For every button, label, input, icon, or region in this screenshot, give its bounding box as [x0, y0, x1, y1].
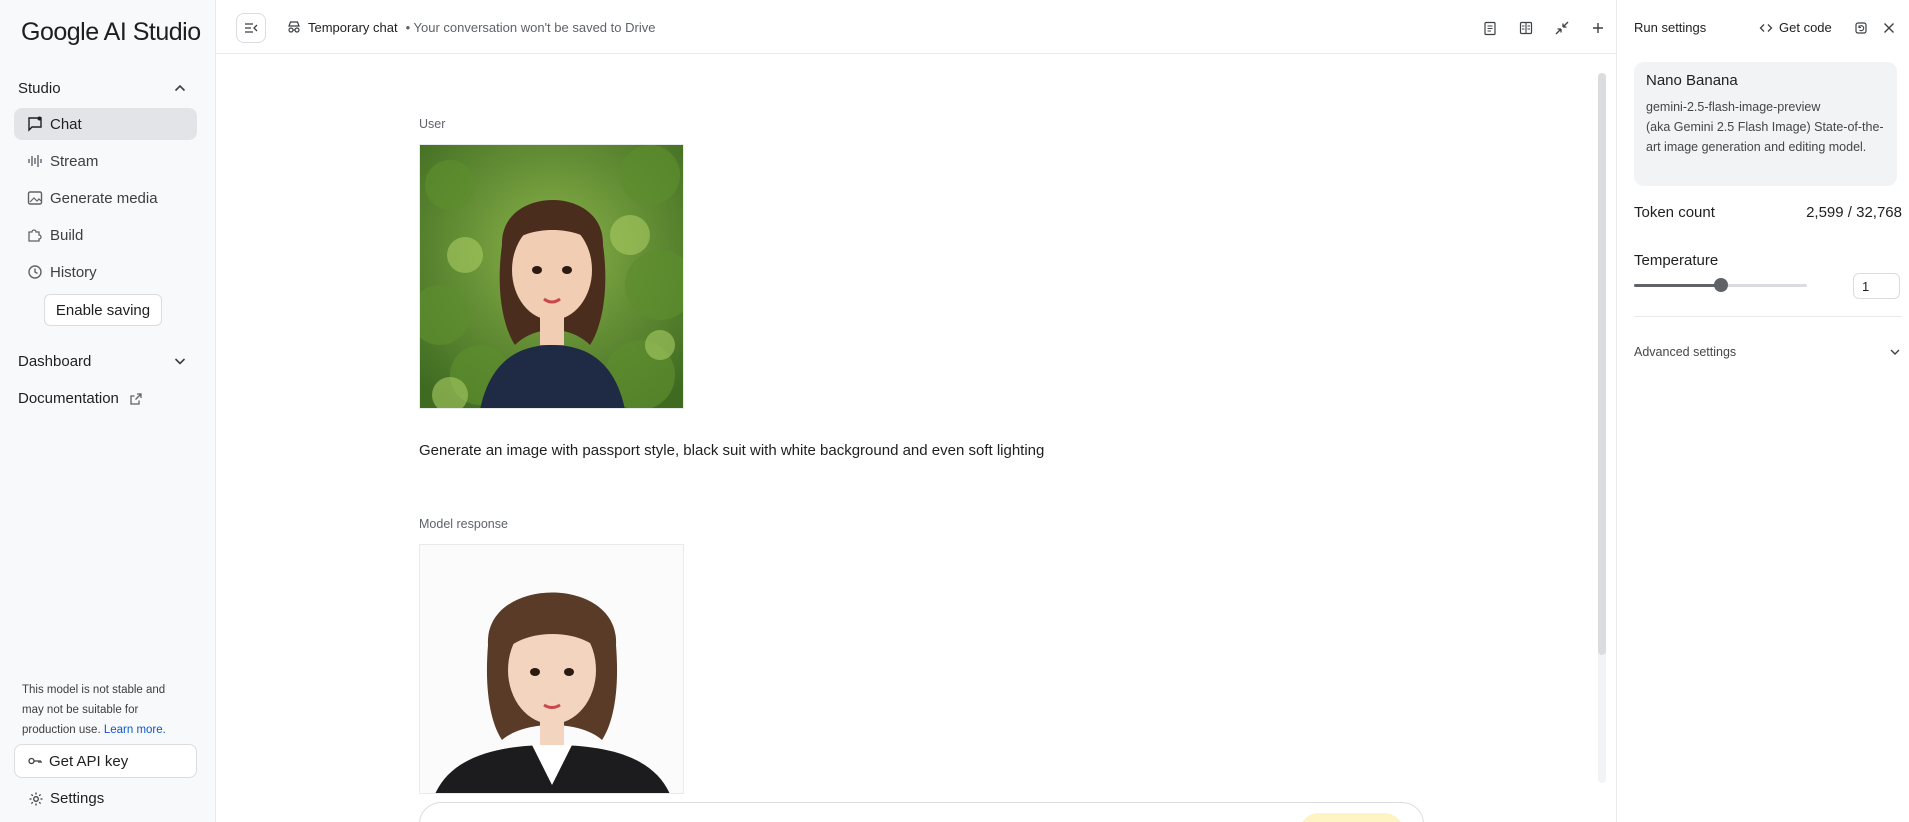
history-icon [26, 263, 44, 281]
image-icon [26, 189, 44, 207]
sidebar-item-history[interactable]: History [14, 256, 197, 288]
audio-wave-icon [26, 152, 44, 170]
chat-scrollbar-thumb[interactable] [1598, 73, 1606, 655]
token-count-row: Token count 2,599 / 32,768 [1634, 204, 1902, 221]
temperature-slider-thumb[interactable] [1713, 278, 1728, 292]
get-code-button[interactable]: Get code [1759, 20, 1832, 35]
chevron-up-icon [174, 84, 186, 92]
documentation-link[interactable]: Documentation [18, 390, 143, 407]
sidebar-item-build[interactable]: Build [14, 219, 197, 251]
passport-portrait-image [420, 545, 683, 793]
run-settings-panel: Run settings Get code Nano Banana gemini… [1616, 0, 1909, 822]
reset-settings-button[interactable] [1853, 20, 1869, 36]
api-key-label: Get API key [49, 752, 129, 770]
menu-collapse-icon [245, 23, 258, 33]
user-role-label: User [419, 117, 446, 131]
get-api-key-button[interactable]: Get API key [14, 744, 197, 778]
app-logo[interactable]: Google AI Studio [21, 18, 201, 47]
toggle-sidebar-button[interactable] [236, 13, 266, 43]
sidebar-item-chat[interactable]: Chat [14, 108, 197, 140]
user-prompt-text: Generate an image with passport style, b… [419, 442, 1045, 459]
advanced-settings-toggle[interactable]: Advanced settings [1634, 345, 1902, 359]
chevron-down-icon [174, 358, 186, 365]
run-button[interactable] [1299, 813, 1404, 822]
user-uploaded-photo[interactable] [419, 144, 684, 409]
settings-button[interactable]: Settings [28, 790, 104, 807]
model-stability-warning: This model is not stable and may not be … [22, 680, 182, 740]
token-count-label: Token count [1634, 204, 1715, 221]
chat-title: Temporary chat [308, 19, 398, 35]
key-icon [28, 757, 42, 765]
close-icon [1884, 23, 1894, 33]
external-link-icon [130, 392, 142, 405]
gear-icon [29, 792, 43, 805]
temperature-label: Temperature [1634, 252, 1719, 269]
settings-label: Settings [50, 790, 105, 807]
sidebar-item-label: Generate media [50, 189, 158, 207]
close-panel-button[interactable] [1881, 20, 1897, 36]
incognito-icon [288, 21, 300, 33]
settings-divider [1634, 316, 1902, 317]
clipboard-button[interactable] [1472, 16, 1508, 40]
new-chat-button[interactable] [1580, 16, 1616, 40]
temperature-input[interactable] [1853, 273, 1900, 299]
learn-more-link[interactable]: Learn more. [104, 724, 166, 736]
add-icon [1593, 23, 1603, 33]
compare-button[interactable] [1508, 16, 1544, 40]
model-id: gemini-2.5-flash-image-preview [1646, 100, 1821, 114]
enable-saving-button[interactable]: Enable saving [44, 294, 162, 326]
reset-icon [1855, 22, 1867, 34]
chevron-down-icon [1890, 349, 1900, 355]
sidebar-item-label: Stream [50, 152, 99, 170]
compress-button[interactable] [1544, 16, 1580, 40]
sidebar-item-label: History [50, 263, 97, 281]
chat-icon [26, 115, 44, 133]
puzzle-icon [26, 226, 44, 244]
model-selector-card[interactable]: Nano Banana gemini-2.5-flash-image-previ… [1634, 62, 1897, 186]
chat-main-area: User Generate an image with passport sty… [216, 55, 1616, 822]
advanced-settings-label: Advanced settings [1634, 345, 1737, 359]
studio-section-toggle[interactable]: Studio [18, 76, 188, 100]
clipboard-icon [1484, 21, 1496, 36]
compare-icon [1519, 21, 1533, 35]
chat-subtitle: • Your conversation won't be saved to Dr… [405, 19, 656, 35]
left-sidebar: Google AI Studio Studio Chat Stream Gene… [0, 0, 216, 822]
temperature-slider-fill [1634, 284, 1721, 287]
token-count-value: 2,599 / 32,768 [1806, 204, 1902, 221]
topbar-actions [1472, 16, 1616, 40]
model-description: (aka Gemini 2.5 Flash Image) State-of-th… [1646, 120, 1884, 154]
sidebar-item-label: Build [50, 226, 84, 244]
model-generated-photo[interactable] [419, 544, 684, 794]
studio-section-label: Studio [18, 79, 61, 97]
chat-title-area: Temporary chat • Your conversation won't… [286, 19, 655, 35]
code-icon [1759, 23, 1773, 32]
sidebar-item-stream[interactable]: Stream [14, 145, 197, 177]
run-settings-title: Run settings [1634, 20, 1707, 35]
documentation-label: Documentation [18, 390, 119, 407]
compress-icon [1555, 21, 1569, 35]
sidebar-item-label: Chat [50, 115, 82, 133]
get-code-label: Get code [1779, 20, 1832, 35]
dashboard-section-toggle[interactable]: Dashboard [18, 349, 188, 373]
model-role-label: Model response [419, 517, 508, 531]
sidebar-item-generate-media[interactable]: Generate media [14, 182, 197, 214]
dashboard-section-label: Dashboard [18, 352, 92, 370]
prompt-input-box[interactable] [419, 802, 1424, 822]
portrait-garden-image [420, 145, 683, 408]
model-name: Nano Banana [1646, 72, 1738, 89]
chat-top-bar: Temporary chat • Your conversation won't… [216, 0, 1616, 54]
